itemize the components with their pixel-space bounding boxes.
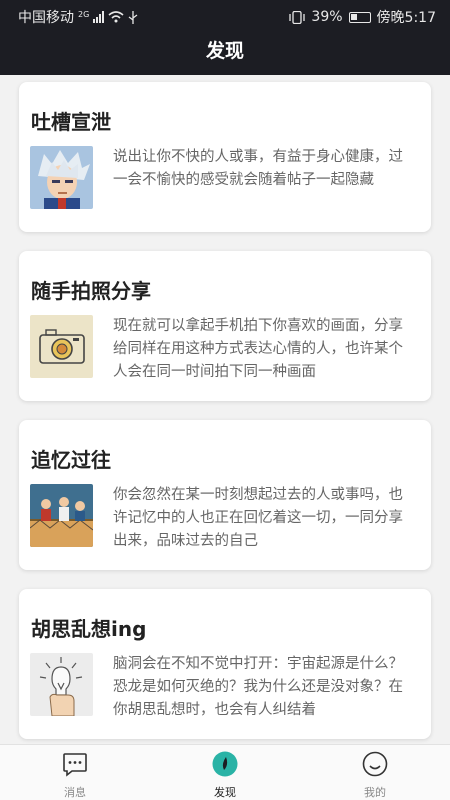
card-title: 胡思乱想ing bbox=[31, 617, 147, 641]
topic-card-photo[interactable]: 随手拍照分享 现在就可以拿起手机拍下你喜欢的画面，分享给同样在用这种方式表达心情… bbox=[19, 251, 431, 401]
battery-icon bbox=[348, 11, 371, 23]
card-title: 吐槽宣泄 bbox=[31, 110, 111, 134]
discover-icon bbox=[212, 751, 238, 777]
tab-label: 消息 bbox=[64, 786, 86, 799]
card-description: 现在就可以拿起手机拍下你喜欢的画面，分享给同样在用这种方式表达心情的人，也许某个… bbox=[113, 318, 403, 380]
tab-me[interactable]: 我的 bbox=[335, 751, 415, 800]
tab-messages[interactable]: 消息 bbox=[35, 751, 115, 800]
clock: 傍晚5:17 bbox=[376, 10, 436, 26]
card-title: 追忆过往 bbox=[31, 448, 111, 472]
page-title: 发现 bbox=[205, 40, 244, 62]
topic-card-daydream[interactable]: 胡思乱想ing 脑洞会在不知不觉中打开：宇宙起源是什么？恐龙是如何灭绝的？我为什… bbox=[19, 589, 431, 739]
vibrate-icon bbox=[289, 10, 306, 24]
carrier-label: 中国移动 bbox=[18, 10, 74, 26]
card-description: 你会忽然在某一时刻想起过去的人或事吗，也许记忆中的人也正在回忆着这一切，一同分享… bbox=[113, 487, 403, 549]
smiley-profile-icon bbox=[362, 751, 388, 777]
card-description: 说出让你不快的人或事，有益于身心健康，过一会不愉快的感受就会随着帖子一起隐藏 bbox=[113, 149, 403, 188]
bottom-tab-bar: 消息 发现 我的 bbox=[0, 744, 450, 800]
card-title: 随手拍照分享 bbox=[31, 279, 151, 303]
topic-card-vent[interactable]: 吐槽宣泄 说出让你不快的人或事，有益于身心健康，过一会不愉快的感受就会随着帖子一… bbox=[19, 82, 431, 232]
nostalgia-illustration-image bbox=[30, 484, 93, 547]
card-description: 脑洞会在不知不觉中打开：宇宙起源是什么？恐龙是如何灭绝的？我为什么还是没对象？在… bbox=[113, 656, 403, 718]
camera-sketch-image bbox=[30, 315, 93, 378]
wifi-icon bbox=[108, 11, 124, 23]
tab-label: 我的 bbox=[364, 786, 386, 799]
anime-portrait-image bbox=[30, 146, 93, 209]
network-type: 2G bbox=[78, 9, 90, 19]
message-bubble-icon bbox=[63, 753, 87, 777]
lightbulb-hand-image bbox=[30, 653, 93, 716]
battery-percent: 39% bbox=[311, 9, 343, 25]
top-bar: 中国移动 2G 39% 傍晚5:17 发现 bbox=[0, 0, 450, 75]
usb-icon bbox=[128, 10, 138, 24]
topic-card-memories[interactable]: 追忆过往 你会忽然在某一时刻想起过去的人或事吗，也许记忆中的人也正在回忆着这一切… bbox=[19, 420, 431, 570]
tab-label: 发现 bbox=[214, 786, 236, 799]
status-bar: 中国移动 2G 39% 傍晚5:17 bbox=[0, 0, 450, 32]
tab-discover[interactable]: 发现 bbox=[185, 751, 265, 800]
signal-icon bbox=[93, 11, 105, 23]
